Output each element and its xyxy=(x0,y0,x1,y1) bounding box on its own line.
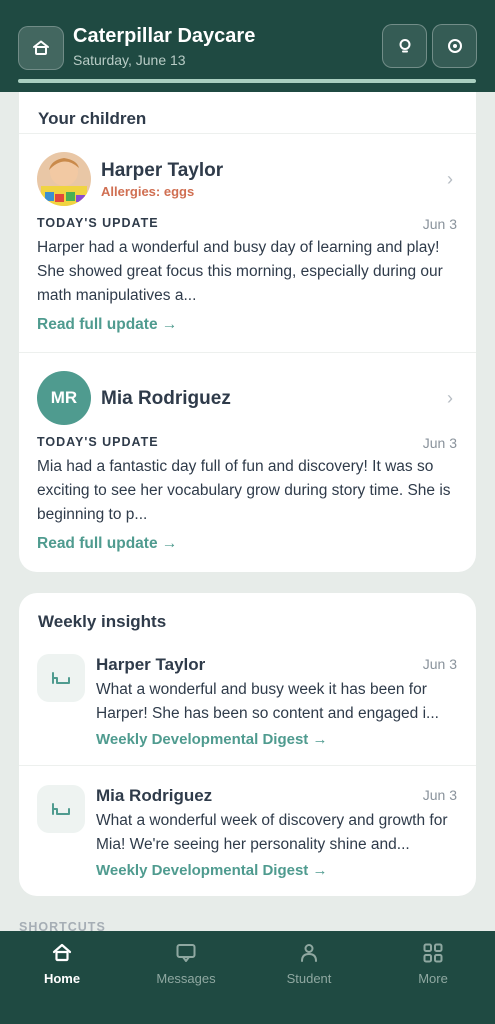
grid-icon xyxy=(423,943,443,963)
person-icon xyxy=(301,944,317,962)
insight-date: Jun 3 xyxy=(422,656,457,672)
weekly-digest-link[interactable]: Weekly Developmental Digest → xyxy=(96,862,327,879)
nav-messages[interactable]: Messages xyxy=(131,941,241,991)
bottom-nav: Home Messages Student More xyxy=(0,931,495,1024)
nav-more[interactable]: More xyxy=(378,941,488,991)
insight-text: What a wonderful and busy week it has be… xyxy=(96,681,439,722)
report-icon xyxy=(37,654,85,702)
allergy-badge: Allergies: eggs xyxy=(101,184,195,199)
app-header: Caterpillar Daycare Saturday, June 13 xyxy=(0,0,495,92)
update-date: Jun 3 xyxy=(422,216,457,232)
divider xyxy=(19,133,476,134)
children-card: Your children Harper Taylor Allergies: e… xyxy=(19,92,476,572)
chevron-right-icon: › xyxy=(447,388,453,408)
daycare-name: Caterpillar Daycare xyxy=(73,25,256,47)
child-name: Mia Rodriguez xyxy=(101,388,231,409)
header-divider xyxy=(18,79,476,83)
nav-home[interactable]: Home xyxy=(7,941,117,991)
nav-label: Messages xyxy=(156,971,216,986)
child-name: Harper Taylor xyxy=(101,160,224,181)
update-date: Jun 3 xyxy=(422,435,457,451)
focus-button[interactable] xyxy=(432,24,477,68)
update-label: TODAY'S UPDATE xyxy=(37,216,159,230)
read-full-update-link[interactable]: Read full update → xyxy=(37,316,177,334)
divider xyxy=(19,765,476,766)
update-text: Mia had a fantastic day full of fun and … xyxy=(37,458,451,523)
nav-student[interactable]: Student xyxy=(254,941,364,991)
home-button[interactable] xyxy=(18,26,64,70)
target-icon xyxy=(447,39,462,53)
insight-child-name: Mia Rodriguez xyxy=(96,786,213,805)
message-icon xyxy=(176,944,196,962)
insight-text: What a wonderful week of discovery and g… xyxy=(96,812,448,853)
report-icon xyxy=(37,785,85,833)
weekly-digest-link[interactable]: Weekly Developmental Digest → xyxy=(96,731,327,748)
lightbulb-icon xyxy=(399,39,410,53)
insights-section-title: Weekly insights xyxy=(38,612,167,631)
read-full-update-link[interactable]: Read full update → xyxy=(37,535,177,553)
home-icon xyxy=(33,40,49,55)
divider xyxy=(19,352,476,353)
insights-card: Weekly insights Harper Taylor Jun 3 What… xyxy=(19,593,476,896)
insight-child-name: Harper Taylor xyxy=(96,655,206,674)
avatar: MR xyxy=(37,371,91,425)
home-icon xyxy=(52,943,72,962)
tips-button[interactable] xyxy=(382,24,427,68)
nav-label: More xyxy=(418,971,448,986)
child-photo xyxy=(37,152,91,206)
children-section-title: Your children xyxy=(38,109,147,128)
nav-label: Student xyxy=(286,971,332,986)
current-date: Saturday, June 13 xyxy=(73,52,186,68)
chevron-right-icon: › xyxy=(447,169,453,189)
nav-label: Home xyxy=(43,971,81,986)
update-text: Harper had a wonderful and busy day of l… xyxy=(37,239,443,304)
update-label: TODAY'S UPDATE xyxy=(37,435,159,449)
insight-date: Jun 3 xyxy=(422,787,457,803)
avatar xyxy=(37,152,91,206)
